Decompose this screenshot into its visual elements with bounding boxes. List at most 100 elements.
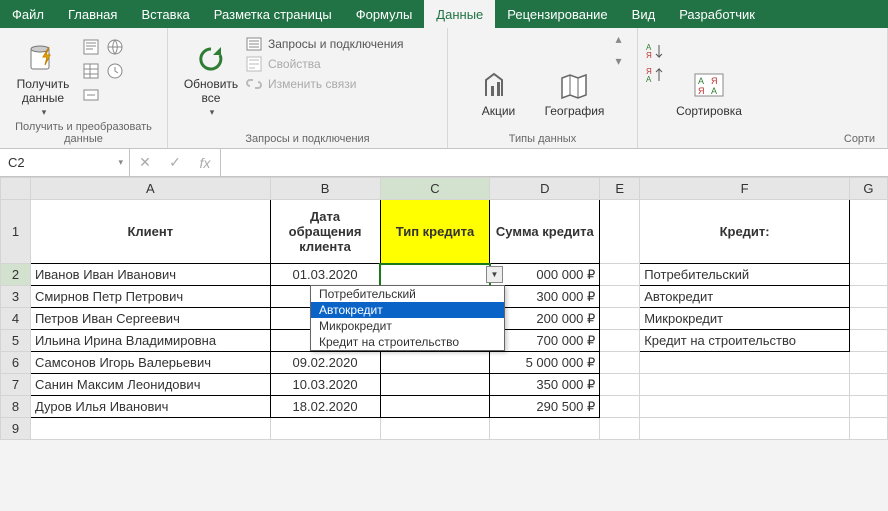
cell[interactable] (380, 418, 490, 440)
cell[interactable] (600, 264, 640, 286)
row-header-1[interactable]: 1 (1, 200, 31, 264)
accept-icon[interactable]: ✓ (160, 154, 190, 171)
cell[interactable]: Клиент (30, 200, 270, 264)
scroll-down-icon[interactable]: ▾ (615, 54, 621, 68)
cell[interactable] (849, 330, 887, 352)
cell[interactable]: Иванов Иван Иванович (30, 264, 270, 286)
from-web-icon[interactable] (106, 38, 128, 60)
row-header-5[interactable]: 5 (1, 330, 31, 352)
cell[interactable] (380, 352, 490, 374)
cell[interactable] (600, 286, 640, 308)
properties-button[interactable]: Свойства (246, 56, 404, 72)
cell[interactable]: Потребительский (640, 264, 850, 286)
cell[interactable]: Автокредит (640, 286, 850, 308)
existing-conn-icon[interactable] (82, 86, 104, 108)
cell[interactable]: Дуров Илья Иванович (30, 396, 270, 418)
col-header-B[interactable]: B (270, 178, 380, 200)
cell[interactable]: Микрокредит (640, 308, 850, 330)
cell[interactable] (600, 200, 640, 264)
cell[interactable]: 18.02.2020 (270, 396, 380, 418)
cell[interactable]: Кредит на строительство (640, 330, 850, 352)
refresh-all-button[interactable]: Обновить все (176, 32, 246, 118)
cell[interactable]: Смирнов Петр Петрович (30, 286, 270, 308)
from-table-icon[interactable] (82, 62, 104, 84)
dropdown-option[interactable]: Потребительский (311, 286, 504, 302)
cell[interactable] (490, 418, 600, 440)
formula-input[interactable] (221, 149, 888, 176)
cell[interactable] (640, 418, 850, 440)
col-header-E[interactable]: E (600, 178, 640, 200)
cell[interactable] (600, 352, 640, 374)
cell[interactable] (849, 264, 887, 286)
cell[interactable] (380, 374, 490, 396)
cell[interactable] (600, 308, 640, 330)
col-header-C[interactable]: C (380, 178, 490, 200)
col-header-F[interactable]: F (640, 178, 850, 200)
tab-data[interactable]: Данные (424, 0, 495, 28)
tab-pagelayout[interactable]: Разметка страницы (202, 0, 344, 28)
cell[interactable]: Кредит: (640, 200, 850, 264)
cell[interactable] (600, 396, 640, 418)
name-box[interactable]: C2 (0, 149, 130, 176)
col-header-G[interactable]: G (849, 178, 887, 200)
cell[interactable]: 350 000 ₽ (490, 374, 600, 396)
row-header-8[interactable]: 8 (1, 396, 31, 418)
tab-review[interactable]: Рецензирование (495, 0, 619, 28)
cell[interactable]: Сумма кредита (490, 200, 600, 264)
col-header-A[interactable]: A (30, 178, 270, 200)
geography-button[interactable]: География (539, 32, 609, 118)
cell[interactable]: 01.03.2020 (270, 264, 380, 286)
cell[interactable] (640, 352, 850, 374)
tab-home[interactable]: Главная (56, 0, 129, 28)
row-header-2[interactable]: 2 (1, 264, 31, 286)
dropdown-option[interactable]: Микрокредит (311, 318, 504, 334)
edit-links-button[interactable]: Изменить связи (246, 76, 404, 92)
col-header-D[interactable]: D (490, 178, 600, 200)
get-data-button[interactable]: Получить данные (8, 32, 78, 118)
cell[interactable]: Тип кредита (380, 200, 490, 264)
cell[interactable] (640, 374, 850, 396)
worksheet-grid[interactable]: A B C D E F G 1 Клиент Дата обращения кл… (0, 177, 888, 440)
cell[interactable]: 5 000 000 ₽ (490, 352, 600, 374)
cell[interactable] (640, 396, 850, 418)
cell-C2[interactable] (380, 264, 490, 286)
cell[interactable]: 290 500 ₽ (490, 396, 600, 418)
scroll-up-icon[interactable]: ▴ (615, 32, 621, 46)
row-header-9[interactable]: 9 (1, 418, 31, 440)
data-validation-dropdown-list[interactable]: Потребительский Автокредит Микрокредит К… (310, 285, 505, 351)
cell[interactable]: 200 000 ₽ (490, 308, 600, 330)
row-header-3[interactable]: 3 (1, 286, 31, 308)
select-all-corner[interactable] (1, 178, 31, 200)
cell[interactable]: 09.02.2020 (270, 352, 380, 374)
tab-insert[interactable]: Вставка (129, 0, 201, 28)
dropdown-option[interactable]: Автокредит (311, 302, 504, 318)
cell[interactable]: 000 000 ₽ (490, 264, 600, 286)
sort-desc-icon[interactable]: ЯА (646, 66, 666, 84)
dropdown-option[interactable]: Кредит на строительство (311, 334, 504, 350)
cell[interactable]: Дата обращения клиента (270, 200, 380, 264)
row-header-6[interactable]: 6 (1, 352, 31, 374)
row-header-4[interactable]: 4 (1, 308, 31, 330)
sort-button[interactable]: АЯЯА Сортировка (674, 32, 744, 118)
cell[interactable] (600, 374, 640, 396)
tab-developer[interactable]: Разработчик (667, 0, 767, 28)
cell[interactable] (849, 286, 887, 308)
cell[interactable] (600, 418, 640, 440)
fx-icon[interactable]: fx (190, 155, 220, 171)
cancel-icon[interactable]: ✕ (130, 154, 160, 171)
stocks-button[interactable]: Акции (463, 32, 533, 118)
cell[interactable] (849, 418, 887, 440)
cell[interactable]: 700 000 ₽ (490, 330, 600, 352)
cell[interactable]: Санин Максим Леонидович (30, 374, 270, 396)
cell[interactable] (849, 396, 887, 418)
cell[interactable]: 10.03.2020 (270, 374, 380, 396)
from-text-icon[interactable] (82, 38, 104, 60)
tab-view[interactable]: Вид (620, 0, 668, 28)
tab-file[interactable]: Файл (0, 0, 56, 28)
cell[interactable] (380, 396, 490, 418)
cell[interactable] (849, 200, 887, 264)
row-header-7[interactable]: 7 (1, 374, 31, 396)
sort-asc-icon[interactable]: АЯ (646, 42, 666, 60)
cell[interactable] (849, 374, 887, 396)
cell[interactable]: Самсонов Игорь Валерьевич (30, 352, 270, 374)
